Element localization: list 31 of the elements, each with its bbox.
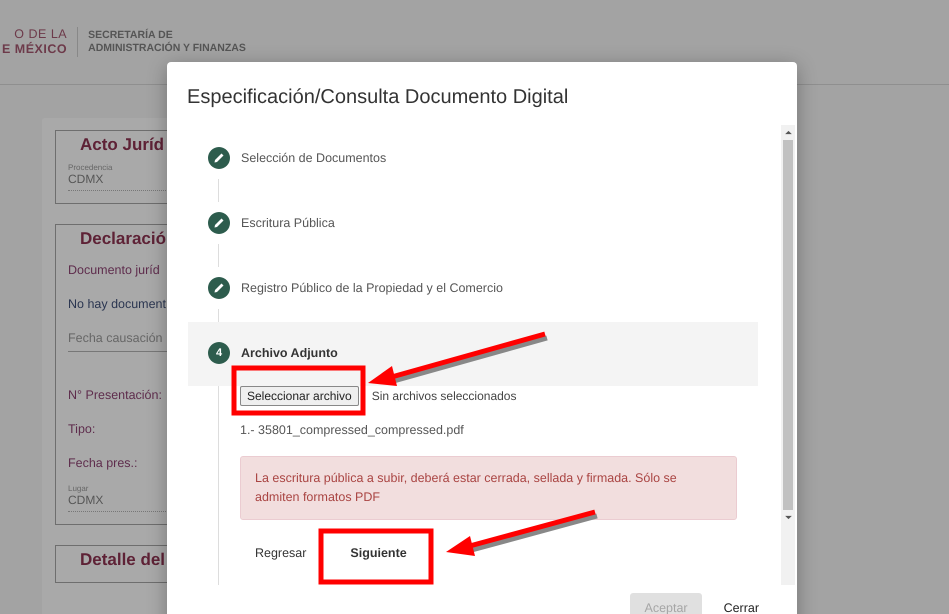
close-button[interactable]: Cerrar (710, 593, 773, 614)
field-label: Documento juríd (68, 263, 160, 277)
section-title: Declaració (79, 229, 166, 249)
field-label: N° Presentación: (68, 388, 162, 402)
scroll-up-icon[interactable] (784, 130, 792, 135)
pencil-icon (208, 212, 230, 234)
agency-name: ADMINISTRACIÓN Y FINANZAS (88, 42, 246, 55)
step-header[interactable]: Escritura Pública (188, 202, 758, 244)
logo-text: E MÉXICO (2, 42, 68, 57)
field-label: Tipo: (68, 422, 96, 436)
section-title: Acto Juríd (79, 135, 164, 155)
step-header[interactable]: 4 Archivo Adjunto (188, 322, 758, 386)
back-button[interactable]: Regresar (240, 536, 322, 570)
step-header[interactable]: Registro Público de la Propiedad y el Comercio (188, 267, 758, 309)
pencil-icon (208, 277, 230, 299)
section-title: Detalle del (79, 550, 166, 570)
file-name: 1.- 35801_compressed_compressed.pdf (240, 423, 464, 437)
logo-text: O DE LA (14, 27, 68, 42)
scroll-thumb[interactable] (783, 140, 793, 510)
scrollbar[interactable] (781, 125, 795, 585)
choose-file-button[interactable]: Seleccionar archivo (240, 386, 359, 406)
dialog-title: Especificación/Consulta Documento Digital (186, 85, 570, 110)
pencil-icon (208, 147, 230, 169)
info-text: No hay document (68, 297, 166, 311)
scroll-down-icon[interactable] (784, 515, 792, 520)
field-label: Fecha pres.: (68, 456, 138, 470)
file-status: Sin archivos seleccionados (372, 389, 516, 403)
warning-alert: La escritura pública a subir, deberá estar cerrada, sellada y firmada. Sólo se admiten formatos PDF (240, 456, 737, 520)
agency-name: SECRETARÍA DE (88, 29, 174, 42)
next-button[interactable]: Siguiente (335, 536, 422, 570)
step-number: 4 (208, 342, 230, 364)
